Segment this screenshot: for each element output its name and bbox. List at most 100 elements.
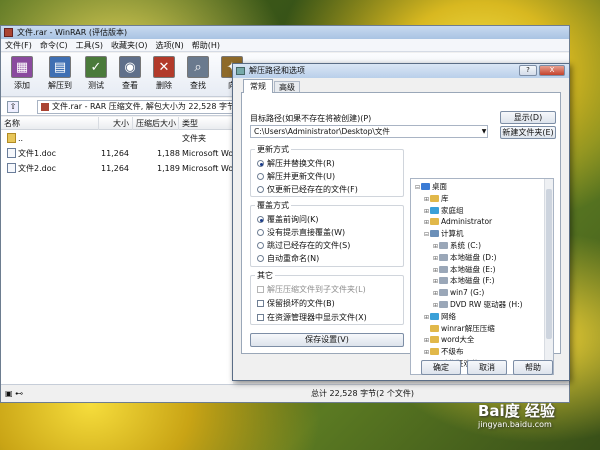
destination-path-input[interactable]: C:\Users\Administrator\Desktop\文件: [250, 125, 488, 138]
tree-item[interactable]: ⊞ 本地磁盘 (F:): [432, 275, 495, 286]
expand-icon[interactable]: ⊞: [432, 288, 439, 299]
folder-icon: [7, 133, 16, 143]
folder-tree[interactable]: ⊟ 桌面 ⊞ 库 ⊞ 家庭组 ⊞ Administrator ⊟ 计算机 ⊞ 系统 (C:) ⊞ 本地磁盘…: [410, 178, 554, 375]
option-update[interactable]: 解压并更新文件(U): [257, 171, 335, 182]
add-button[interactable]: ▦ 添加: [5, 56, 39, 94]
save-settings-button[interactable]: 保存设置(V): [250, 333, 404, 347]
tree-item[interactable]: ⊞ 本地磁盘 (E:): [432, 264, 496, 275]
expand-icon[interactable]: ⊞: [423, 347, 430, 358]
option-show-in-explorer[interactable]: 在资源管理器中显示文件(X): [257, 312, 367, 323]
folder-icon: [430, 206, 439, 214]
tree-item[interactable]: ⊞ 库: [423, 193, 449, 204]
folder-icon: [430, 194, 439, 202]
option-rename[interactable]: 自动重命名(N): [257, 253, 319, 264]
folder-icon: [430, 230, 439, 238]
tree-item[interactable]: ⊞ Administrator: [423, 216, 492, 227]
tree-item-label: win7 (G:): [450, 288, 485, 298]
column-type[interactable]: 类型: [179, 117, 233, 130]
option-overwrite[interactable]: 没有提示直接覆盖(W): [257, 227, 345, 238]
close-button[interactable]: X: [539, 65, 565, 76]
collapse-icon[interactable]: ⊟: [423, 229, 430, 240]
expand-icon[interactable]: ⊞: [423, 312, 430, 323]
tab-general[interactable]: 常规: [243, 79, 273, 93]
find-button[interactable]: ⌕ 查找: [181, 56, 215, 94]
key-icon: ▣ ⊷: [5, 389, 24, 398]
help-button[interactable]: 帮助: [513, 360, 553, 375]
menu-file[interactable]: 文件(F): [5, 40, 32, 51]
expand-icon[interactable]: ⊞: [423, 194, 430, 205]
status-text: 总计 22,528 字节(2 个文件): [311, 389, 414, 398]
new-folder-button[interactable]: 新建文件夹(E): [500, 126, 556, 139]
chevron-down-icon[interactable]: ▼: [480, 126, 488, 137]
update-mode-group: 更新方式 解压并替换文件(R) 解压并更新文件(U) 仅更新已经存在的文件(F): [250, 144, 404, 197]
collapse-icon[interactable]: ⊟: [414, 182, 421, 193]
column-packed[interactable]: 压缩后大小: [133, 117, 179, 130]
tree-item[interactable]: ⊟ 计算机: [423, 228, 464, 239]
table-row[interactable]: 文件2.doc 11,264 1,189 Microsoft Wor: [1, 162, 233, 176]
address-field[interactable]: 文件.rar - RAR 压缩文件, 解包大小为 22,528 字节: [37, 100, 233, 114]
extract-to-button[interactable]: ▤ 解压到: [43, 56, 77, 94]
tree-item[interactable]: ⊞ win7 (G:): [432, 287, 484, 298]
tree-item-label: 本地磁盘 (D:): [450, 252, 497, 262]
extract-icon: ▤: [49, 56, 71, 78]
ok-button[interactable]: 确定: [421, 360, 461, 375]
folder-icon: [439, 253, 448, 261]
checkbox: [257, 300, 264, 307]
row-type: Microsoft Wor: [182, 149, 233, 158]
menu-options[interactable]: 选项(N): [156, 40, 184, 51]
delete-button[interactable]: ✕ 删除: [147, 56, 181, 94]
help-title-button[interactable]: ?: [519, 65, 537, 76]
expand-icon[interactable]: ⊞: [423, 217, 430, 228]
tree-item[interactable]: winrar解压压缩: [423, 323, 495, 334]
expand-icon[interactable]: ⊞: [432, 241, 439, 252]
tree-item[interactable]: ⊟ 桌面: [414, 181, 447, 192]
expand-icon[interactable]: ⊞: [423, 335, 430, 346]
address-text: 文件.rar - RAR 压缩文件, 解包大小为 22,528 字节: [52, 102, 233, 111]
option-ask[interactable]: 覆盖前询问(K): [257, 214, 319, 225]
column-size[interactable]: 大小: [99, 117, 133, 130]
folder-icon: [439, 265, 448, 273]
expand-icon[interactable]: ⊞: [432, 253, 439, 264]
view-button[interactable]: ◉ 查看: [113, 56, 147, 94]
option-extract-subfolder[interactable]: 解压压缩文件到子文件夹(L): [257, 284, 366, 295]
folder-icon: [439, 289, 448, 297]
option-replace[interactable]: 解压并替换文件(R): [257, 158, 335, 169]
option-skip[interactable]: 跳过已经存在的文件(S): [257, 240, 350, 251]
general-panel: 目标路径(如果不存在将被创建)(P) C:\Users\Administrato…: [241, 92, 561, 375]
tree-item[interactable]: ⊞ 家庭组: [423, 205, 464, 216]
up-folder-button[interactable]: ⇧: [7, 101, 19, 113]
test-button[interactable]: ✓ 测试: [79, 56, 113, 94]
menu-commands[interactable]: 命令(C): [40, 40, 68, 51]
row-name: 文件1.doc: [18, 149, 57, 158]
tree-item-label: 系统 (C:): [450, 241, 481, 250]
table-row[interactable]: 文件1.doc 11,264 1,188 Microsoft Wor: [1, 147, 233, 161]
show-button[interactable]: 显示(D): [500, 111, 556, 124]
column-name[interactable]: 名称: [1, 117, 99, 130]
expand-icon[interactable]: ⊞: [432, 276, 439, 287]
cancel-button[interactable]: 取消: [467, 360, 507, 375]
expand-icon[interactable]: ⊞: [432, 265, 439, 276]
close-icon: X: [549, 66, 555, 74]
tree-item[interactable]: ⊞ 不级布: [423, 346, 464, 357]
menu-tools[interactable]: 工具(S): [76, 40, 103, 51]
tree-item[interactable]: ⊞ 本地磁盘 (D:): [432, 252, 497, 263]
radio-button: [257, 242, 264, 249]
menu-help[interactable]: 帮助(H): [192, 40, 220, 51]
tree-item-label: 桌面: [432, 182, 447, 191]
tree-item[interactable]: ⊞ DVD RW 驱动器 (H:): [432, 299, 523, 310]
tree-item[interactable]: ⊞ word大全: [423, 334, 474, 345]
tree-item[interactable]: ⊞ 系统 (C:): [432, 240, 481, 251]
table-row[interactable]: .. 文件夹: [1, 132, 233, 146]
tree-scrollbar[interactable]: [544, 179, 553, 374]
option-keep-broken[interactable]: 保留损坏的文件(B): [257, 298, 335, 309]
folder-icon: [430, 324, 439, 332]
document-icon: [7, 163, 16, 173]
checkbox: [257, 286, 264, 293]
scroll-thumb[interactable]: [546, 189, 552, 339]
expand-icon[interactable]: ⊞: [432, 300, 439, 311]
expand-icon[interactable]: ⊞: [423, 206, 430, 217]
tree-item-label: 本地磁盘 (F:): [450, 276, 495, 286]
tree-item[interactable]: ⊞ 网络: [423, 311, 456, 322]
menu-favorites[interactable]: 收藏夹(O): [111, 40, 148, 51]
option-fresh-existing[interactable]: 仅更新已经存在的文件(F): [257, 184, 358, 195]
